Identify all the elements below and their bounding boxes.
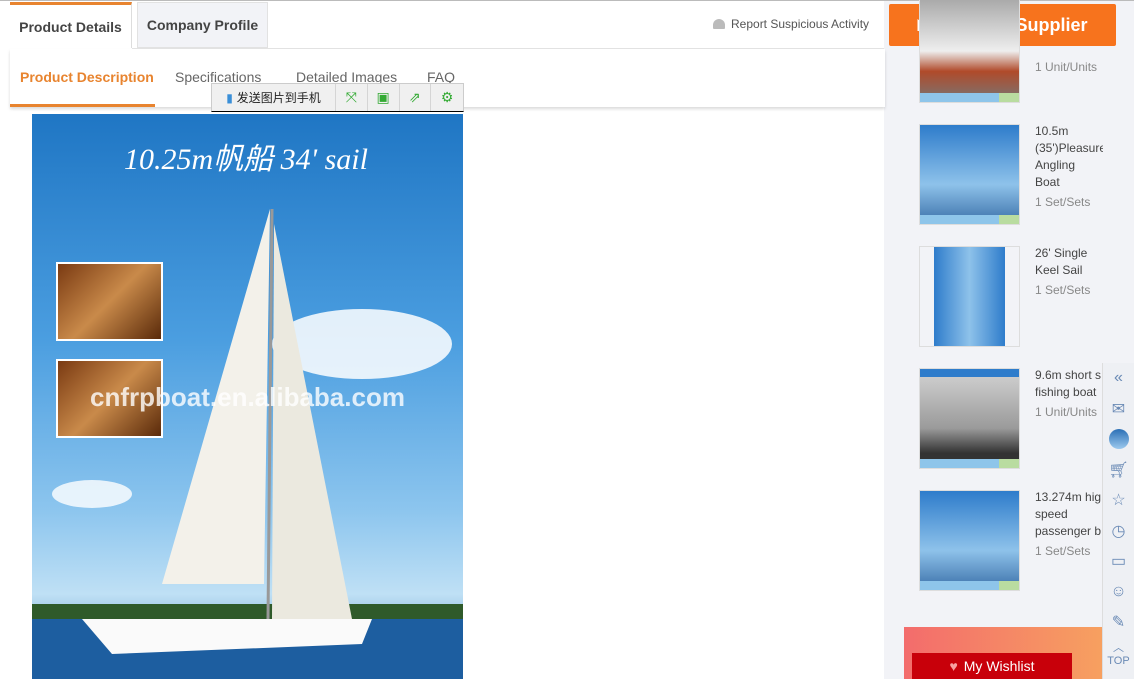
top-label: TOP bbox=[1107, 654, 1130, 667]
product-info[interactable]: 10.5m (35')Pleasure Angling Boat 1 Set/Se… bbox=[1035, 123, 1103, 211]
star-icon[interactable]: ☆ bbox=[1103, 485, 1134, 516]
share-icon[interactable]: ⇗ bbox=[400, 84, 432, 111]
product-info[interactable]: 26' Single Keel Sail 1 Set/Sets bbox=[1035, 245, 1103, 299]
product-name: 9.6m short s fishing boat bbox=[1035, 368, 1102, 399]
report-label: Report Suspicious Activity bbox=[731, 17, 870, 31]
watermark: cnfrpboat.en.alibaba.com bbox=[90, 382, 405, 412]
image-toolbar: ▮ 发送图片到手机 ⤧ ▣ ⇗ ⚙ bbox=[211, 83, 464, 112]
phone-icon: ▮ bbox=[226, 90, 233, 105]
product-info[interactable]: 13.274m hig speed passenger b 1 Set/Sets bbox=[1035, 489, 1103, 560]
collapse-icon[interactable]: « bbox=[1103, 363, 1134, 394]
settings-icon[interactable]: ⚙ bbox=[431, 84, 463, 111]
tab-product-details[interactable]: Product Details bbox=[10, 2, 132, 48]
product-thumb[interactable] bbox=[919, 124, 1020, 225]
subtab-product-description[interactable]: Product Description bbox=[20, 69, 154, 85]
product-name: 13.274m hig speed passenger b bbox=[1035, 490, 1102, 538]
heart-icon: ♥ bbox=[949, 658, 958, 674]
product-name: 10.5m (35')Pleasure Angling Boat bbox=[1035, 124, 1103, 189]
tab-company-profile[interactable]: Company Profile bbox=[137, 2, 268, 48]
product-thumb[interactable] bbox=[919, 368, 1020, 469]
product-qty: 1 Set/Sets bbox=[1035, 195, 1091, 209]
product-name: 26' Single Keel Sail bbox=[1035, 246, 1088, 277]
clock-icon[interactable]: ◷ bbox=[1103, 516, 1134, 547]
product-qty: 1 Set/Sets bbox=[1035, 544, 1091, 558]
product-image: 10.25m帆船 34' sail cnfrpboat.en.alibaba.c… bbox=[32, 114, 463, 679]
cart-icon[interactable]: 🛒︎ bbox=[1103, 455, 1134, 486]
edit-icon[interactable]: ✎ bbox=[1103, 607, 1134, 638]
product-qty: 1 Set/Sets bbox=[1035, 283, 1091, 297]
side-toolbar: « ✉ 🛒︎ ☆ ◷ ▭ ☺ ✎ ︿ TOP bbox=[1102, 363, 1134, 679]
product-info[interactable]: 9.6m short s fishing boat 1 Unit/Units bbox=[1035, 367, 1103, 421]
alarm-icon bbox=[713, 19, 725, 29]
product-qty: 1 Unit/Units bbox=[1035, 60, 1098, 74]
product-thumb[interactable] bbox=[919, 490, 1020, 591]
smile-icon[interactable]: ☺ bbox=[1103, 577, 1134, 608]
product-thumb[interactable] bbox=[919, 0, 1020, 103]
mail-icon[interactable]: ✉ bbox=[1103, 394, 1134, 425]
report-link[interactable]: Report Suspicious Activity bbox=[713, 17, 869, 31]
product-qty: 1 Unit/Units bbox=[1035, 405, 1098, 419]
send-to-phone-button[interactable]: ▮ 发送图片到手机 bbox=[212, 84, 336, 111]
product-thumb[interactable] bbox=[919, 246, 1020, 347]
send-label: 发送图片到手机 bbox=[236, 91, 321, 105]
chat-icon[interactable]: ▭ bbox=[1103, 546, 1134, 577]
active-indicator bbox=[10, 104, 155, 107]
save-icon[interactable]: ▣ bbox=[368, 84, 400, 111]
back-to-top-button[interactable]: ︿ TOP bbox=[1103, 638, 1134, 669]
chevron-up-icon: ︿ bbox=[1113, 641, 1124, 654]
my-wishlist-button[interactable]: ♥ My Wishlist bbox=[912, 653, 1072, 679]
wishlist-label: My Wishlist bbox=[963, 658, 1035, 674]
fullscreen-icon[interactable]: ⤧ bbox=[336, 84, 368, 111]
avatar[interactable] bbox=[1103, 424, 1134, 455]
product-info[interactable]: 1 Unit/Units bbox=[1035, 56, 1103, 76]
